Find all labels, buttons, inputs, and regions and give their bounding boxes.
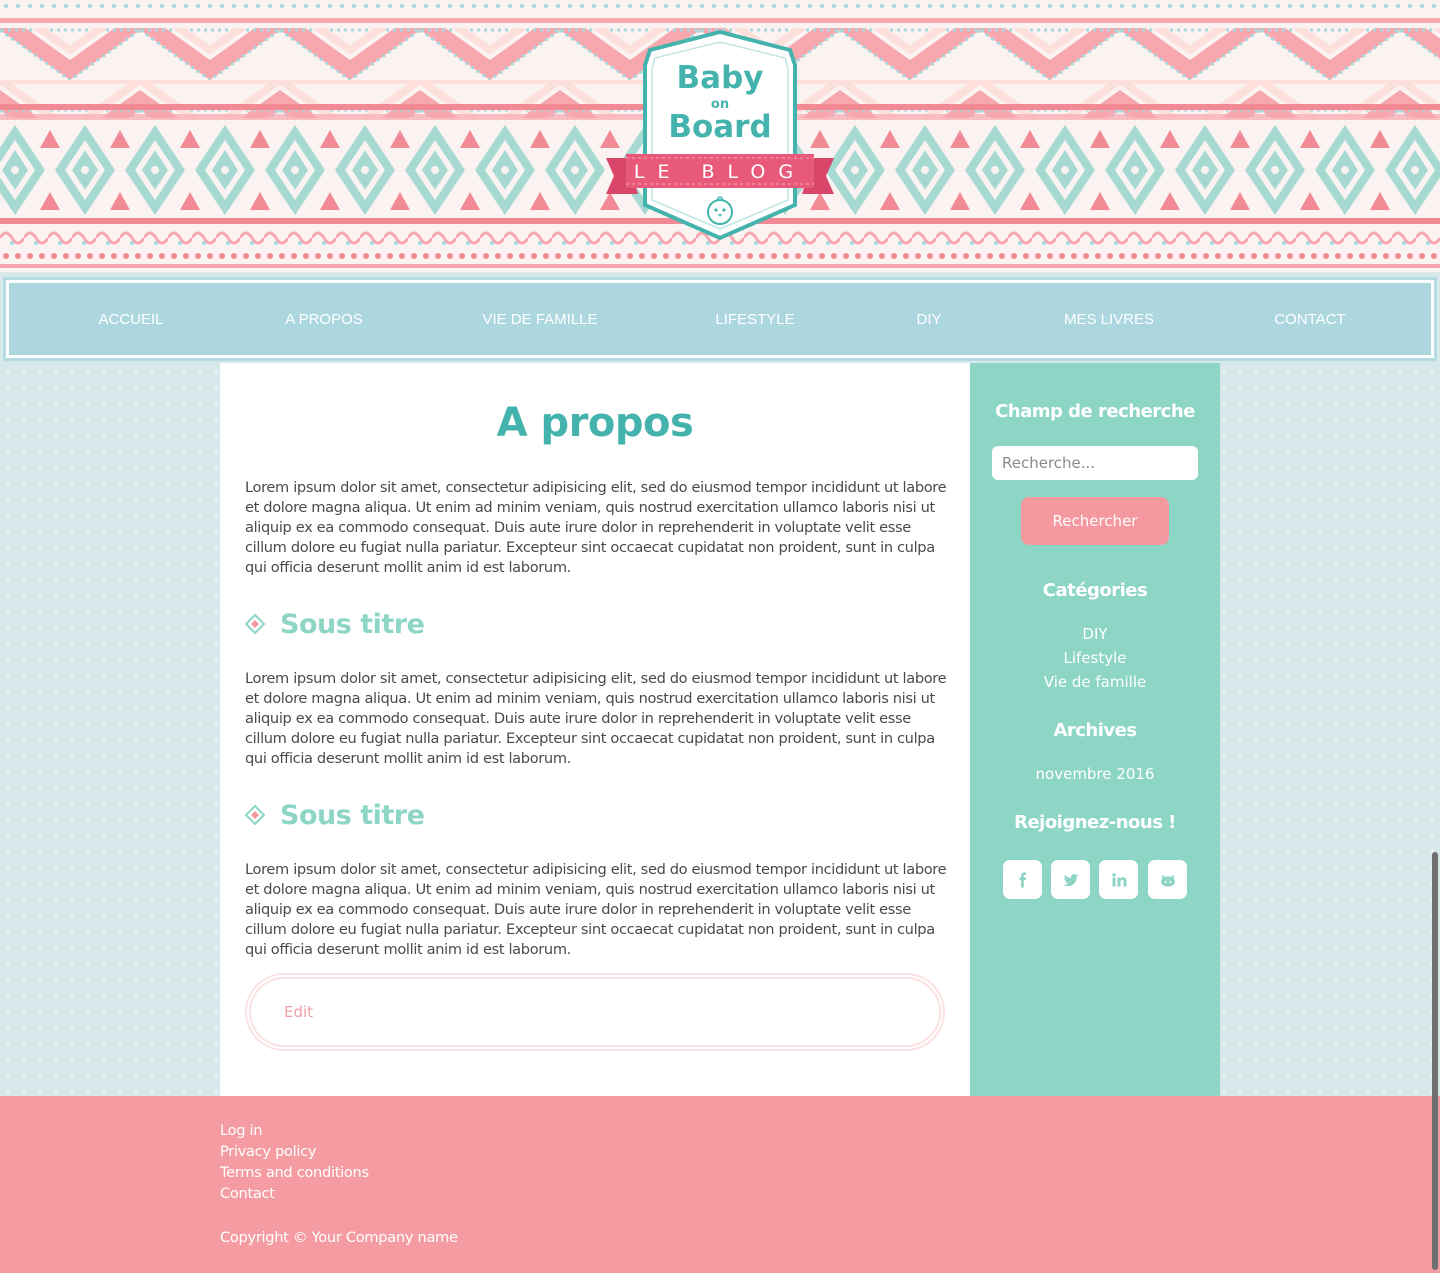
nav-item-lifestyle[interactable]: LIFESTYLE <box>715 283 794 355</box>
edit-box: Edit <box>245 973 945 1051</box>
footer: Log in Privacy policy Terms and conditio… <box>0 1096 1440 1273</box>
edit-box-inner: Edit <box>249 977 941 1047</box>
archive-link[interactable]: novembre 2016 <box>970 765 1220 783</box>
brand-logo[interactable]: Baby on Board LE BLOG <box>600 30 840 245</box>
search-button[interactable]: Rechercher <box>1021 497 1169 545</box>
social-heading: Rejoignez-nous ! <box>1014 812 1176 833</box>
nav-item-a-propos[interactable]: A PROPOS <box>285 283 363 355</box>
facebook-icon <box>1019 872 1026 887</box>
github-button[interactable] <box>1148 860 1187 899</box>
categories-heading: Catégories <box>1042 580 1148 601</box>
nav-bar: ACCUEIL A PROPOS VIE DE FAMILLE LIFESTYL… <box>9 283 1431 355</box>
category-link-lifestyle[interactable]: Lifestyle <box>970 649 1220 667</box>
category-link-vie-de-famille[interactable]: Vie de famille <box>970 673 1220 691</box>
category-link-diy[interactable]: DIY <box>970 625 1220 643</box>
main-navigation: ACCUEIL A PROPOS VIE DE FAMILLE LIFESTYL… <box>3 277 1437 361</box>
github-icon <box>1160 874 1175 886</box>
article-paragraph-3: Lorem ipsum dolor sit amet, consectetur … <box>245 861 947 958</box>
logo-line1: Baby <box>677 60 764 96</box>
footer-link-contact[interactable]: Contact <box>220 1185 275 1202</box>
diamond-icon <box>245 805 265 825</box>
edit-link[interactable]: Edit <box>284 1003 313 1021</box>
search-heading: Champ de recherche <box>995 401 1195 422</box>
nav-item-accueil[interactable]: ACCUEIL <box>98 283 163 355</box>
copyright-text: Copyright © Your Company name <box>220 1229 458 1246</box>
nav-item-vie-de-famille[interactable]: VIE DE FAMILLE <box>482 283 597 355</box>
diamond-icon <box>245 614 265 634</box>
subtitle-text: Sous titre <box>280 799 425 831</box>
subtitle-text: Sous titre <box>280 608 425 640</box>
nav-item-mes-livres[interactable]: MES LIVRES <box>1064 283 1154 355</box>
article: A propos Lorem ipsum dolor sit amet, con… <box>220 363 970 1096</box>
article-paragraph-2: Lorem ipsum dolor sit amet, consectetur … <box>245 670 947 767</box>
subtitle-1: Sous titre <box>245 607 425 641</box>
twitter-button[interactable] <box>1051 860 1090 899</box>
logo-line3: Board <box>668 109 771 145</box>
footer-link-terms[interactable]: Terms and conditions <box>220 1164 369 1181</box>
header-banner: Baby on Board LE BLOG <box>0 0 1440 272</box>
social-links <box>1003 860 1187 900</box>
footer-link-privacy-policy[interactable]: Privacy policy <box>220 1143 317 1160</box>
page-scrollbar[interactable] <box>1432 852 1438 1270</box>
linkedin-button[interactable] <box>1099 860 1138 899</box>
search-input[interactable] <box>992 446 1198 480</box>
sidebar: Champ de recherche Rechercher Catégories… <box>970 363 1220 1096</box>
article-paragraph-1: Lorem ipsum dolor sit amet, consectetur … <box>245 479 947 576</box>
archives-heading: Archives <box>1053 720 1137 741</box>
page-title: A propos <box>496 400 694 446</box>
logo-ribbon: LE BLOG <box>634 161 806 183</box>
linkedin-icon <box>1111 872 1126 886</box>
twitter-icon <box>1063 873 1078 886</box>
nav-item-diy[interactable]: DIY <box>916 283 941 355</box>
footer-link-log-in[interactable]: Log in <box>220 1122 263 1139</box>
nav-item-contact[interactable]: CONTACT <box>1274 283 1345 355</box>
subtitle-2: Sous titre <box>245 798 425 832</box>
facebook-button[interactable] <box>1003 860 1042 899</box>
